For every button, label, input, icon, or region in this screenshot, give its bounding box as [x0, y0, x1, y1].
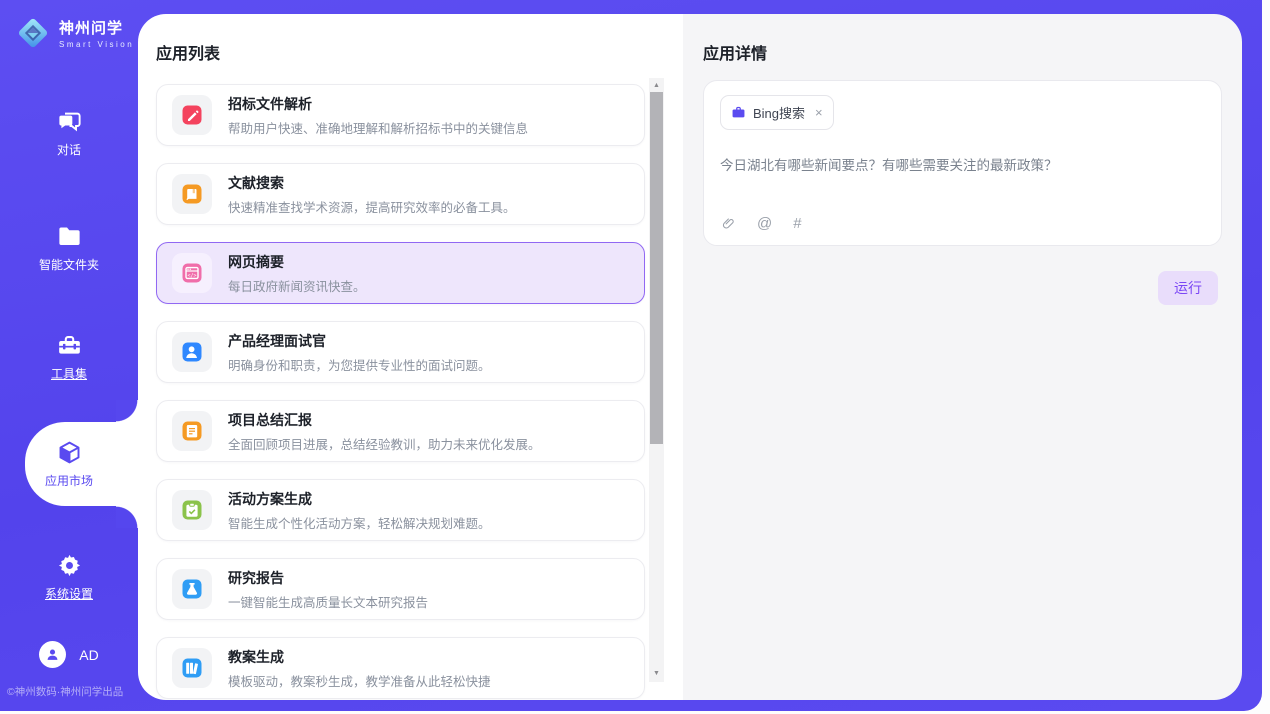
app-card-desc: 明确身份和职责，为您提供专业性的面试问题。	[228, 355, 491, 374]
tool-chip-label: Bing搜索	[753, 103, 805, 122]
scrollbar-thumb[interactable]	[650, 92, 663, 444]
scrollbar[interactable]: ▲ ▼	[649, 78, 664, 682]
interviewer-icon	[172, 332, 212, 372]
app-detail-title: 应用详情	[703, 40, 767, 64]
briefcase-icon	[731, 105, 746, 120]
app-card-desc: 快速精准查找学术资源，提高研究效率的必备工具。	[228, 197, 516, 216]
brand-name: 神州问学	[59, 17, 134, 38]
cube-icon	[56, 439, 83, 466]
input-toolbar: @#	[721, 215, 802, 232]
app-card[interactable]: 活动方案生成 智能生成个性化活动方案，轻松解决规划难题。	[156, 479, 645, 541]
app-card-name: 活动方案生成	[228, 489, 491, 509]
brand-subtitle: Smart Vision	[59, 40, 134, 49]
query-text[interactable]: 今日湖北有哪些新闻要点？有哪些需要关注的最新政策？	[720, 156, 1205, 176]
clipboard-check-icon	[172, 490, 212, 530]
app-card-name: 项目总结汇报	[228, 410, 541, 430]
sidebar: 神州问学 Smart Vision 对话 智能文件夹 工具集 应用市场 系统设置	[0, 0, 138, 711]
folder-icon	[56, 223, 83, 250]
book-icon	[172, 174, 212, 214]
app-card-name: 网页摘要	[228, 252, 366, 272]
app-card-desc: 模板驱动，教案秒生成，教学准备从此轻松快捷	[228, 671, 491, 690]
hash-icon[interactable]: #	[793, 215, 801, 232]
brand-logo: 神州问学 Smart Vision	[0, 0, 138, 52]
chip-close-icon[interactable]: ×	[815, 105, 823, 120]
app-card-name: 研究报告	[228, 568, 428, 588]
prompt-card: Bing搜索 × 今日湖北有哪些新闻要点？有哪些需要关注的最新政策？ @#	[703, 80, 1222, 246]
app-card[interactable]: 文献搜索 快速精准查找学术资源，提高研究效率的必备工具。	[156, 163, 645, 225]
app-card[interactable]: </> 网页摘要 每日政府新闻资讯快查。	[156, 242, 645, 304]
user-initials: AD	[79, 647, 98, 663]
flask-icon	[172, 569, 212, 609]
app-card-name: 产品经理面试官	[228, 331, 491, 351]
diamond-logo-icon	[14, 14, 52, 52]
sidebar-item-工具集[interactable]: 工具集	[0, 332, 138, 382]
app-card-name: 文献搜索	[228, 173, 516, 193]
copyright-text: ©神州数码·神州问学出品	[0, 684, 138, 699]
app-list-panel: 应用列表 招标文件解析 帮助用户快速、准确地理解和解析招标书中的关键信息 文献搜…	[138, 14, 683, 700]
app-card-desc: 智能生成个性化活动方案，轻松解决规划难题。	[228, 513, 491, 532]
svg-text:</>: </>	[187, 273, 196, 279]
sidebar-item-智能文件夹[interactable]: 智能文件夹	[0, 223, 138, 273]
app-card-desc: 一键智能生成高质量长文本研究报告	[228, 592, 428, 611]
sidebar-item-应用市场[interactable]: 应用市场	[25, 422, 138, 506]
sidebar-item-对话[interactable]: 对话	[0, 108, 138, 158]
toolbox-icon	[56, 332, 83, 359]
app-card[interactable]: 产品经理面试官 明确身份和职责，为您提供专业性的面试问题。	[156, 321, 645, 383]
pen-square-icon	[172, 95, 212, 135]
mention-icon[interactable]: @	[757, 215, 772, 232]
user-icon	[39, 641, 66, 668]
app-card[interactable]: 研究报告 一键智能生成高质量长文本研究报告	[156, 558, 645, 620]
browser-code-icon: </>	[172, 253, 212, 293]
app-list-title: 应用列表	[156, 40, 220, 64]
user-profile[interactable]: AD	[0, 641, 138, 668]
app-card[interactable]: 项目总结汇报 全面回顾项目进展，总结经验教训，助力未来优化发展。	[156, 400, 645, 462]
scroll-down-icon[interactable]: ▼	[649, 668, 664, 680]
paperclip-icon[interactable]	[721, 216, 736, 232]
books-icon	[172, 648, 212, 688]
scroll-up-icon[interactable]: ▲	[649, 80, 664, 92]
gear-icon	[56, 552, 83, 579]
page: 神州问学 Smart Vision 对话 智能文件夹 工具集 应用市场 系统设置	[0, 0, 1270, 714]
app-cards: 招标文件解析 帮助用户快速、准确地理解和解析招标书中的关键信息 文献搜索 快速精…	[156, 84, 645, 700]
app-card-name: 教案生成	[228, 647, 491, 667]
sidebar-item-系统设置[interactable]: 系统设置	[0, 552, 138, 602]
tool-chip[interactable]: Bing搜索 ×	[720, 95, 834, 130]
chat-icon	[56, 108, 83, 135]
sidebar-nav: 对话 智能文件夹 工具集 应用市场 系统设置	[0, 52, 138, 602]
run-button[interactable]: 运行	[1158, 271, 1218, 305]
app-detail-panel: 应用详情 Bing搜索 × 今日湖北有哪些新闻要点？有哪些需要关注的最新政策？ …	[683, 14, 1242, 700]
app-card-desc: 每日政府新闻资讯快查。	[228, 276, 366, 295]
app-frame: 神州问学 Smart Vision 对话 智能文件夹 工具集 应用市场 系统设置	[0, 0, 1262, 711]
app-card[interactable]: 招标文件解析 帮助用户快速、准确地理解和解析招标书中的关键信息	[156, 84, 645, 146]
app-card[interactable]: 教案生成 模板驱动，教案秒生成，教学准备从此轻松快捷	[156, 637, 645, 699]
app-card-desc: 帮助用户快速、准确地理解和解析招标书中的关键信息	[228, 118, 528, 137]
app-card-name: 招标文件解析	[228, 94, 528, 114]
app-card-desc: 全面回顾项目进展，总结经验教训，助力未来优化发展。	[228, 434, 541, 453]
note-icon	[172, 411, 212, 451]
